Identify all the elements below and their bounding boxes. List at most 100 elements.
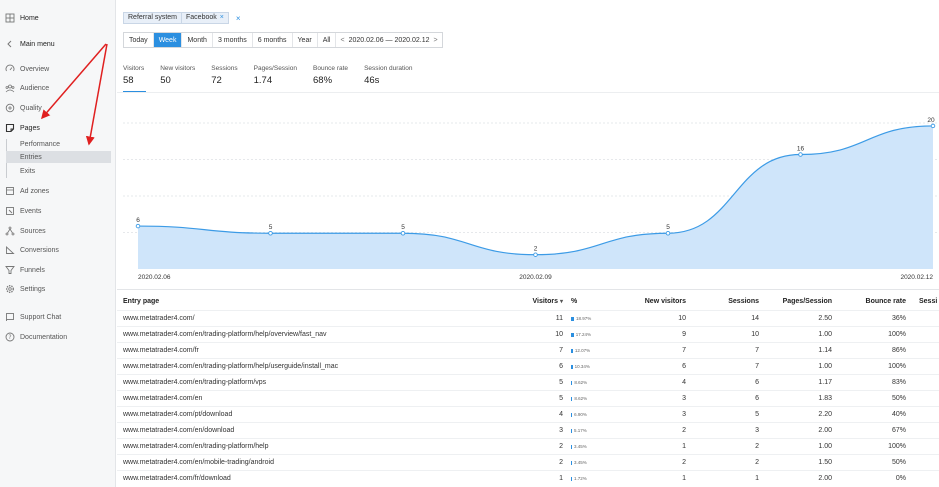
sidebar-subitem-performance[interactable]: Performance: [6, 138, 111, 150]
percent-bar: [571, 381, 573, 385]
table-row[interactable]: www.metatrader4.com/en/download 3 5.17% 2 3 2…: [117, 422, 939, 438]
cell-entry-page[interactable]: www.metatrader4.com/en/trading-platform/…: [123, 327, 523, 343]
filter-chip-group[interactable]: Referral system: [123, 12, 183, 24]
sidebar-item-sources[interactable]: Sources: [0, 224, 116, 238]
table-row[interactable]: www.metatrader4.com/en/trading-platform/…: [117, 438, 939, 454]
cell-visitors: 7: [559, 347, 563, 354]
table-row[interactable]: www.metatrader4.com/pt/download 4 6.90% 3 5 2…: [117, 406, 939, 422]
period-year-button[interactable]: Year: [292, 33, 318, 47]
header-sessions[interactable]: Sessions: [697, 294, 759, 310]
header-bounce-rate[interactable]: Bounce rate: [839, 294, 906, 310]
data-point[interactable]: [135, 223, 141, 229]
sidebar-subitem-exits[interactable]: Exits: [6, 165, 111, 177]
cell-pages-per-session: 1.00: [818, 363, 832, 370]
sidebar-item-conversions[interactable]: Conversions: [0, 243, 116, 257]
sidebar-item-settings[interactable]: Settings: [0, 282, 116, 296]
visitors-area-chart: 6 5 5 2 5 16 20 2020.02.06 2020.02.09 2020.02.12: [123, 117, 939, 281]
percent-bar: [571, 429, 572, 433]
table-row[interactable]: www.metatrader4.com/en/trading-platform/…: [117, 326, 939, 342]
table-row[interactable]: www.metatrader4.com/fr/download 1 1.72% 1 1 2…: [117, 470, 939, 486]
x-tick-label: 2020.02.12: [900, 274, 933, 281]
data-point[interactable]: [930, 123, 936, 129]
sidebar-item-pages[interactable]: Pages: [0, 121, 116, 135]
cell-entry-page[interactable]: www.metatrader4.com/en/download: [123, 423, 523, 439]
cell-new-visitors: 2: [682, 427, 686, 434]
header-entry-page[interactable]: Entry page: [123, 294, 523, 310]
metric-session-duration[interactable]: Session duration 46s: [364, 65, 412, 92]
percent-text: 1.72%: [574, 476, 587, 481]
cell-entry-page[interactable]: www.metatrader4.com/: [123, 311, 523, 327]
data-point[interactable]: [268, 230, 273, 236]
sidebar-item-quality[interactable]: Quality: [0, 101, 116, 115]
period-3months-button[interactable]: 3 months: [212, 33, 253, 47]
sidebar-item-ad-zones[interactable]: Ad zones: [0, 184, 116, 198]
cell-visitors: 6: [559, 363, 563, 370]
sidebar-item-home[interactable]: Home: [0, 11, 116, 25]
sidebar-item-label: Funnels: [20, 266, 45, 274]
cell-visitors: 1: [559, 475, 563, 482]
sidebar-item-documentation[interactable]: ? Documentation: [0, 330, 116, 344]
filter-chip-value[interactable]: Facebook ×: [182, 12, 229, 24]
chevron-right-icon[interactable]: >: [434, 37, 438, 44]
data-point[interactable]: [400, 230, 406, 236]
header-pages-per-session[interactable]: Pages/Session: [762, 294, 832, 310]
data-point[interactable]: [533, 252, 538, 257]
cell-entry-page[interactable]: www.metatrader4.com/en: [123, 391, 523, 407]
cell-new-visitors: 1: [682, 443, 686, 450]
cell-bounce-rate: 50%: [891, 395, 906, 402]
sidebar-item-events[interactable]: Events: [0, 204, 116, 218]
header-session-duration[interactable]: Sessi: [919, 294, 939, 310]
data-point[interactable]: [798, 152, 803, 157]
table-row[interactable]: www.metatrader4.com/en/trading-platform/…: [117, 374, 939, 390]
period-week-button[interactable]: Week: [153, 33, 183, 47]
period-all-button[interactable]: All: [317, 33, 337, 47]
cell-entry-page[interactable]: www.metatrader4.com/en/trading-platform/…: [123, 359, 523, 375]
sidebar: Home Main menu Overview Audience Quality…: [0, 0, 116, 487]
cell-entry-page[interactable]: www.metatrader4.com/en/trading-platform/…: [123, 375, 523, 391]
header-new-visitors[interactable]: New visitors: [617, 294, 686, 310]
chevron-left-icon[interactable]: <: [340, 37, 344, 44]
table-row[interactable]: www.metatrader4.com/en/trading-platform/…: [117, 358, 939, 374]
table-row[interactable]: www.metatrader4.com/en/mobile-trading/an…: [117, 454, 939, 470]
metric-value: 50: [160, 75, 171, 86]
metric-value: 72: [211, 75, 222, 86]
sidebar-item-support-chat[interactable]: Support Chat: [0, 310, 116, 324]
data-point[interactable]: [665, 230, 671, 236]
cell-bounce-rate: 67%: [891, 427, 906, 434]
table-row[interactable]: www.metatrader4.com/fr 7 12.07% 7 7 1.14 86%: [117, 342, 939, 358]
period-selector: Today Week Month 3 months 6 months Year …: [123, 32, 443, 48]
chip-remove-icon[interactable]: ×: [220, 13, 224, 23]
metric-pages-per-session[interactable]: Pages/Session 1.74: [254, 65, 297, 92]
cell-entry-page[interactable]: www.metatrader4.com/en/trading-platform/…: [123, 439, 523, 455]
cell-entry-page[interactable]: www.metatrader4.com/en/mobile-trading/an…: [123, 455, 523, 471]
sidebar-item-label: Settings: [20, 285, 46, 293]
cell-entry-page[interactable]: www.metatrader4.com/pt/download: [123, 407, 523, 423]
period-today-button[interactable]: Today: [124, 33, 154, 47]
sidebar-item-main-menu[interactable]: Main menu: [0, 37, 116, 51]
sidebar-item-label: Overview: [20, 65, 50, 73]
date-range-picker[interactable]: < 2020.02.06 — 2020.02.12 >: [336, 33, 441, 47]
sidebar-item-audience[interactable]: Audience: [0, 81, 116, 95]
metric-visitors[interactable]: Visitors 58: [123, 65, 147, 93]
cell-entry-page[interactable]: www.metatrader4.com/fr: [123, 343, 523, 359]
cell-entry-page[interactable]: www.metatrader4.com/fr/download: [123, 471, 523, 487]
percent-text: 8.62%: [574, 380, 588, 385]
table-row[interactable]: www.metatrader4.com/en 5 8.62% 3 6 1.83 50%: [117, 390, 939, 406]
chat-icon: [4, 312, 15, 323]
sidebar-item-funnels[interactable]: Funnels: [0, 263, 116, 277]
clear-filters-icon[interactable]: ×: [236, 14, 241, 23]
cell-new-visitors: 3: [682, 411, 686, 418]
period-6months-button[interactable]: 6 months: [252, 33, 293, 47]
data-label: 5: [401, 224, 405, 231]
data-label: 6: [136, 217, 140, 224]
table-row[interactable]: www.metatrader4.com/11 18.97% 10 14 2.50 36%: [117, 310, 939, 326]
period-month-button[interactable]: Month: [182, 33, 213, 47]
header-visitors[interactable]: Visitors ▾: [497, 294, 563, 310]
sidebar-item-overview[interactable]: Overview: [0, 62, 116, 76]
cell-new-visitors: 3: [682, 395, 686, 402]
conversions-icon: [4, 245, 15, 256]
metric-sessions[interactable]: Sessions 72: [211, 65, 237, 92]
metric-bounce-rate[interactable]: Bounce rate 68%: [313, 65, 348, 92]
sidebar-subitem-entries[interactable]: Entries: [6, 151, 111, 163]
metric-new-visitors[interactable]: New visitors 50: [160, 65, 195, 92]
